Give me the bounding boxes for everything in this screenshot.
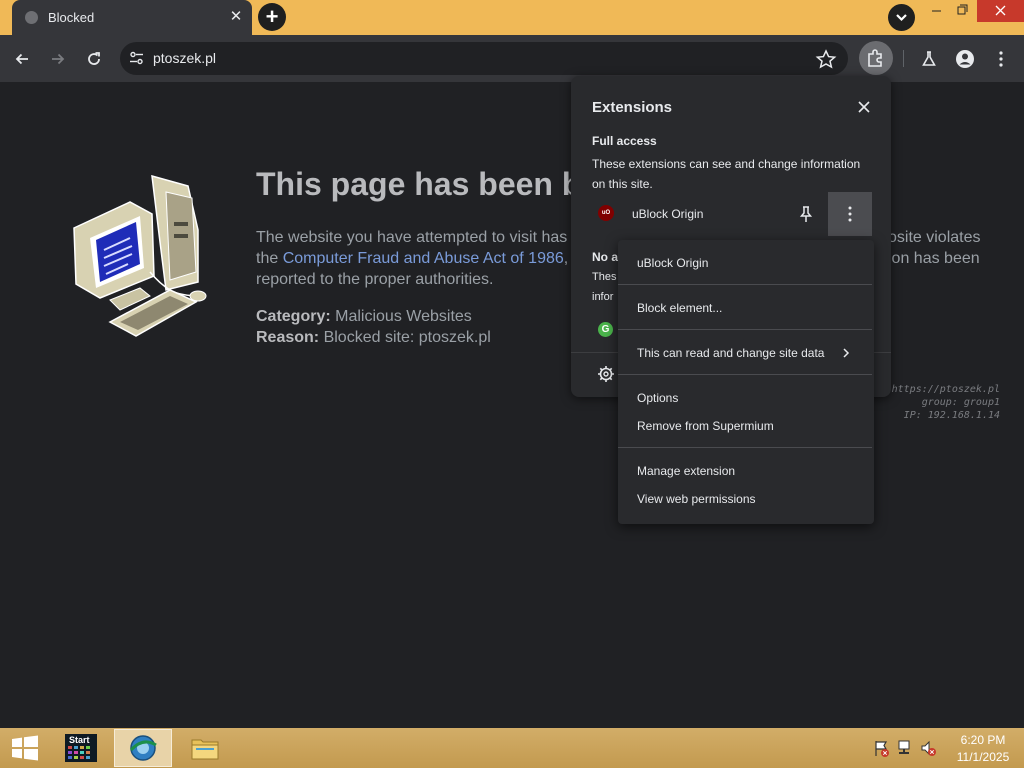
ublock-origin-icon: uO (598, 205, 614, 221)
menu-separator (618, 284, 872, 285)
blocked-paragraph-right-2: ion has been (888, 250, 980, 267)
bookmark-star-icon[interactable] (814, 48, 838, 70)
flask-icon (922, 50, 936, 66)
category-value: Malicious Websites (335, 308, 472, 325)
category-line: Category: Malicious Websites (256, 308, 472, 326)
full-access-heading: Full access (592, 134, 657, 148)
reason-label: Reason: (256, 329, 320, 346)
menu-item-manage-extension[interactable]: Manage extension (637, 464, 735, 478)
computer-illustration (70, 172, 210, 342)
system-tray (870, 737, 940, 759)
gear-icon[interactable] (597, 365, 615, 383)
blocked-paragraph-right-1: osite violates (888, 229, 981, 246)
blocked-paragraph-line-2: the Computer Fraud and Abuse Act of 1986… (256, 250, 568, 268)
menu-item-view-permissions[interactable]: View web permissions (637, 492, 756, 506)
pin-icon[interactable] (796, 204, 816, 224)
address-bar[interactable] (120, 42, 848, 75)
clock-time[interactable]: 6:20 PM (954, 733, 1012, 747)
close-icon (995, 5, 1006, 16)
extension-name[interactable]: uBlock Origin (632, 207, 703, 221)
chevron-down-icon (896, 14, 907, 22)
puzzle-icon (868, 49, 882, 67)
paragraph-prefix: the (256, 250, 283, 267)
full-access-description: These extensions can see and change info… (592, 157, 861, 191)
profile-button[interactable] (949, 35, 981, 82)
menu-item-site-data[interactable]: This can read and change site data (637, 346, 824, 360)
tab-search-button[interactable] (888, 4, 915, 31)
globe-icon (25, 11, 38, 24)
extensions-panel-title: Extensions (592, 99, 673, 116)
no-access-desc-line-1: Thes (592, 271, 617, 283)
forward-button[interactable] (42, 35, 74, 82)
browser-tab[interactable]: Blocked ✕ (12, 0, 252, 35)
extension-context-menu: uBlock Origin Block element... This can … (618, 240, 874, 524)
extension-more-button[interactable] (828, 192, 872, 236)
forward-arrow-icon (52, 53, 65, 64)
labs-button[interactable] (913, 35, 945, 82)
menu-item-block-element[interactable]: Block element... (637, 301, 722, 315)
blocked-paragraph-line-3: reported to the proper authorities. (256, 271, 494, 288)
reason-value: Blocked site: ptoszek.pl (323, 329, 491, 346)
paragraph-suffix: , (563, 250, 569, 267)
tab-title: Blocked (48, 10, 95, 25)
profile-icon (956, 49, 974, 68)
close-icon[interactable] (855, 98, 873, 116)
back-arrow-icon (15, 53, 28, 64)
windows-start-button[interactable] (10, 735, 40, 761)
debug-ip: IP: 192.168.1.14 (903, 410, 1000, 421)
browser-menu-button[interactable] (985, 35, 1017, 82)
network-icon (898, 740, 910, 754)
menu-separator (618, 374, 872, 375)
kebab-menu-icon (999, 50, 1003, 67)
site-info-icon[interactable] (127, 48, 147, 68)
windows-logo-icon (12, 735, 38, 761)
menu-item-remove[interactable]: Remove from Supermium (637, 419, 774, 433)
toolbar-separator (903, 50, 904, 67)
reload-button[interactable] (78, 35, 110, 82)
clock-date[interactable]: 11/1/2025 (954, 750, 1012, 764)
volume-muted-icon (921, 740, 936, 756)
tab-close-icon[interactable]: ✕ (226, 7, 246, 27)
debug-group: group: group1 (921, 397, 1000, 408)
menu-separator (618, 447, 872, 448)
menu-item-options[interactable]: Options (637, 391, 678, 405)
menu-item-extension-name[interactable]: uBlock Origin (637, 256, 708, 270)
start-label: Start (69, 735, 90, 745)
restore-button[interactable] (948, 0, 978, 30)
url-text[interactable]: ptoszek.pl (153, 50, 216, 66)
no-access-desc-line-2: infor (592, 291, 614, 303)
debug-url: https://ptoszek.pl (891, 384, 1000, 395)
kebab-menu-icon (848, 206, 852, 222)
no-access-heading: No a (592, 250, 619, 264)
reason-line: Reason: Blocked site: ptoszek.pl (256, 329, 491, 347)
extension-green-icon[interactable]: G (598, 322, 613, 337)
new-tab-button[interactable]: + (258, 3, 286, 31)
reload-icon (88, 51, 100, 65)
cfaa-link[interactable]: Computer Fraud and Abuse Act of 1986 (283, 250, 564, 267)
blocked-paragraph-line-1: The website you have attempted to visit … (256, 229, 568, 246)
back-button[interactable] (6, 35, 38, 82)
extensions-button[interactable] (859, 41, 893, 75)
menu-separator (618, 329, 872, 330)
browser-globe-icon (128, 733, 158, 763)
file-explorer-icon[interactable] (190, 734, 220, 762)
category-label: Category: (256, 308, 331, 325)
restore-icon (957, 4, 968, 15)
blocked-page-heading: This page has been blocked (256, 166, 574, 202)
chevron-right-icon (840, 346, 852, 358)
action-center-flag-icon (875, 741, 889, 757)
window-close-button[interactable] (977, 0, 1024, 22)
